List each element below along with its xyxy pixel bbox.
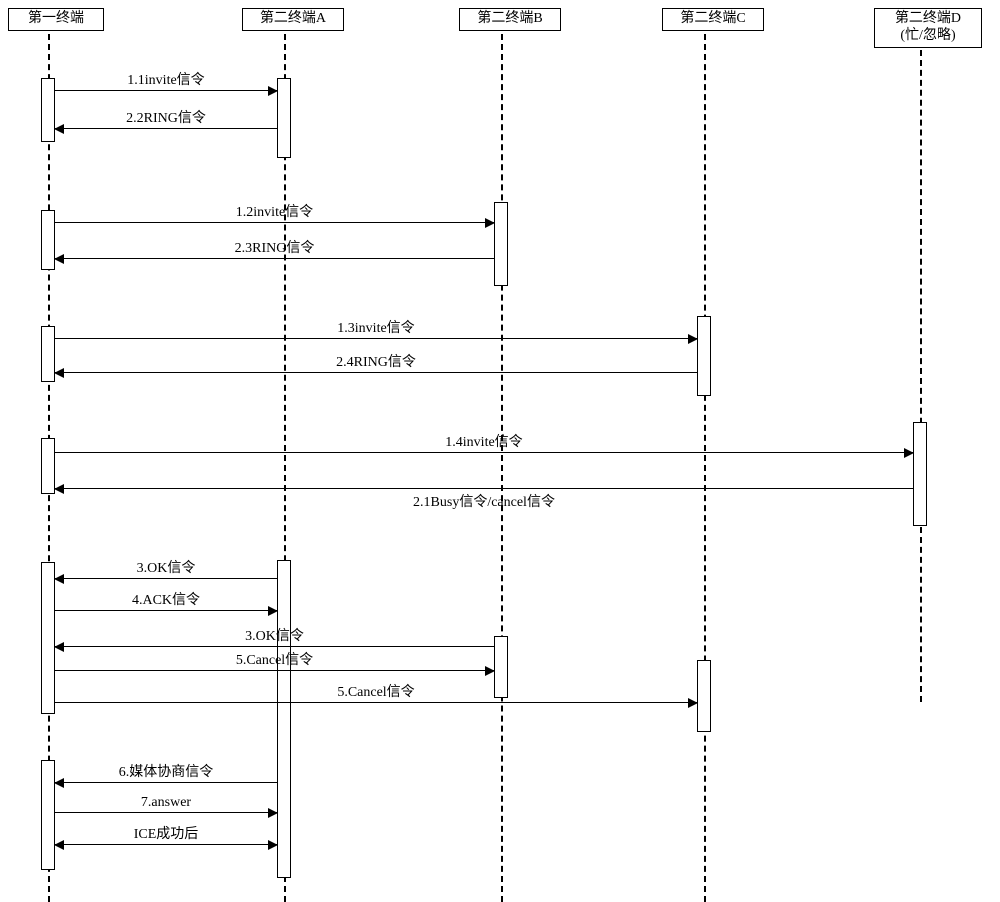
lifeline-d	[920, 50, 922, 702]
participant-second-terminal-b: 第二终端B	[459, 8, 561, 31]
message-m3a: 3.OK信令	[55, 578, 277, 579]
participant-second-terminal-d: 第二终端D (忙/忽略)	[874, 8, 982, 48]
message-m13: 1.3invite信令	[55, 338, 697, 339]
activation-pA_2	[277, 560, 291, 878]
message-label-m4: 4.ACK信令	[55, 589, 277, 609]
message-m24: 2.4RING信令	[55, 372, 697, 373]
participant-second-terminal-c: 第二终端C	[662, 8, 764, 31]
message-m5a: 5.Cancel信令	[55, 670, 494, 671]
message-label-m13: 1.3invite信令	[55, 317, 697, 337]
lifeline-c	[704, 34, 706, 902]
message-label-m5a: 5.Cancel信令	[55, 649, 494, 669]
activation-p1_3	[41, 326, 55, 382]
message-m21: 2.1Busy信令/cancel信令	[55, 488, 913, 489]
message-label-m3b: 3.OK信令	[55, 625, 494, 645]
activation-p1_1	[41, 78, 55, 142]
message-label-m21: 2.1Busy信令/cancel信令	[55, 491, 913, 511]
message-label-m11: 1.1invite信令	[55, 69, 277, 89]
message-label-m3a: 3.OK信令	[55, 557, 277, 577]
participant-first-terminal: 第一终端	[8, 8, 104, 31]
sequence-diagram: 第一终端 第二终端A 第二终端B 第二终端C 第二终端D (忙/忽略) 1.1i…	[0, 0, 1000, 902]
message-label-m14: 1.4invite信令	[55, 431, 913, 451]
message-m7: 7.answer	[55, 812, 277, 813]
message-m14: 1.4invite信令	[55, 452, 913, 453]
message-m6: 6.媒体协商信令	[55, 782, 277, 783]
message-m11: 1.1invite信令	[55, 90, 277, 91]
message-m22: 2.2RING信令	[55, 128, 277, 129]
message-label-m23: 2.3RING信令	[55, 237, 494, 257]
activation-pA_1	[277, 78, 291, 158]
message-m3b: 3.OK信令	[55, 646, 494, 647]
activation-pD_1	[913, 422, 927, 526]
activation-p1_4	[41, 438, 55, 494]
activation-p1_2	[41, 210, 55, 270]
message-label-m12: 1.2invite信令	[55, 201, 494, 221]
activation-pB_1	[494, 202, 508, 286]
activation-pC_2	[697, 660, 711, 732]
message-label-mice: ICE成功后	[55, 823, 277, 843]
message-label-m22: 2.2RING信令	[55, 107, 277, 127]
message-label-m7: 7.answer	[55, 795, 277, 811]
activation-p1_6	[41, 760, 55, 870]
message-m23: 2.3RING信令	[55, 258, 494, 259]
message-label-m24: 2.4RING信令	[55, 351, 697, 371]
participant-second-terminal-a: 第二终端A	[242, 8, 344, 31]
message-label-m5b: 5.Cancel信令	[55, 681, 697, 701]
message-mice: ICE成功后	[55, 844, 277, 845]
message-m5b: 5.Cancel信令	[55, 702, 697, 703]
activation-pC_1	[697, 316, 711, 396]
message-m4: 4.ACK信令	[55, 610, 277, 611]
message-label-m6: 6.媒体协商信令	[55, 761, 277, 781]
message-m12: 1.2invite信令	[55, 222, 494, 223]
activation-p1_5	[41, 562, 55, 714]
lifeline-b	[501, 34, 503, 902]
